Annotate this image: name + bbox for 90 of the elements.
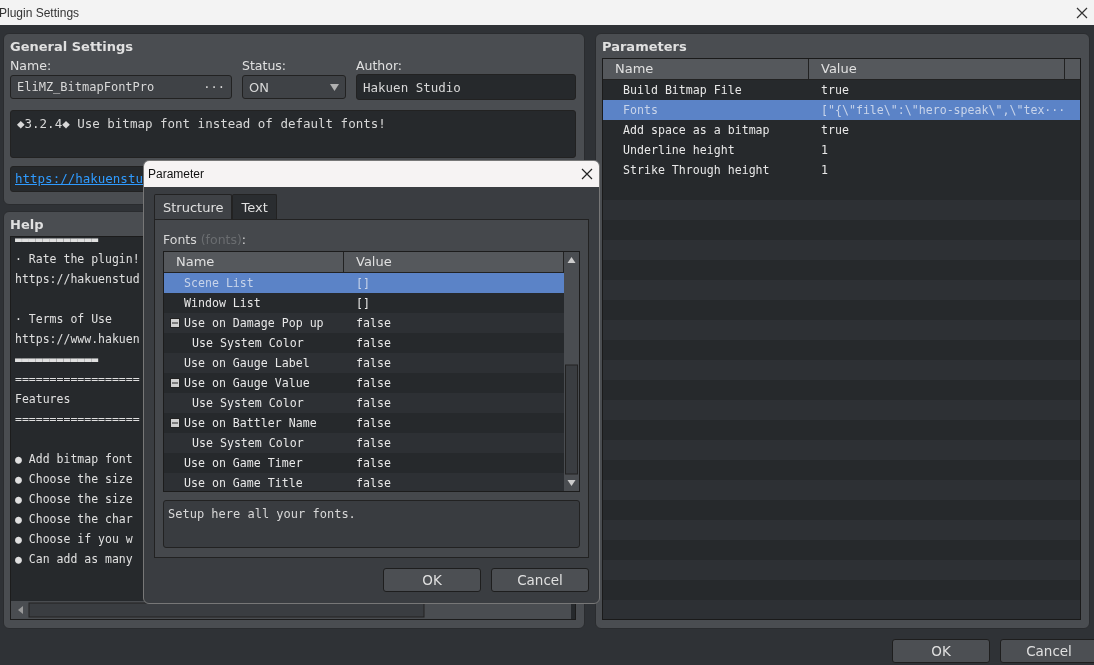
field-label: Fonts	[163, 232, 197, 247]
row-value: false	[356, 436, 391, 450]
help-line: ● Can add as many	[15, 552, 133, 566]
ok-button[interactable]: OK	[892, 639, 990, 663]
row-value: false	[356, 376, 391, 390]
field-label: Name:	[10, 58, 53, 73]
list-row[interactable]: Use on Battler Name false	[164, 413, 564, 433]
panel-title: Parameters	[602, 38, 687, 56]
help-line: ▬▬▬▬▬▬▬▬▬▬▬▬	[15, 352, 99, 366]
field-label: Author:	[356, 58, 404, 73]
parameter-name: Strike Through height	[623, 163, 770, 177]
help-line: https://www.hakuen	[15, 332, 140, 346]
list-row[interactable]: Use System Color false	[164, 393, 564, 413]
collapse-icon[interactable]	[170, 378, 180, 388]
close-icon[interactable]	[581, 168, 593, 180]
row-value: false	[356, 316, 391, 330]
cancel-button[interactable]: Cancel	[491, 568, 589, 592]
parameter-value: true	[821, 83, 849, 97]
row-value: []	[356, 276, 370, 290]
list-row[interactable]: Use on Damage Pop up false	[164, 313, 564, 333]
help-line: · Terms of Use	[15, 312, 112, 326]
name-field[interactable]: EliMZ_BitmapFontPro ···	[10, 75, 232, 99]
row-name: Use on Game Title	[184, 475, 303, 491]
help-line: ● Choose if you w	[15, 532, 133, 546]
description-field[interactable]: Setup here all your fonts.	[163, 500, 580, 548]
row-value: false	[356, 336, 391, 350]
help-line: Features	[15, 392, 71, 406]
row-value: false	[356, 456, 391, 470]
dropdown-arrow-icon	[330, 83, 339, 91]
parameter-value: ["{\"file\":\"hero-speak\",\"tex···	[821, 103, 1066, 117]
author-field[interactable]: Hakuen Studio	[356, 74, 576, 100]
field-label: Status:	[242, 58, 288, 73]
row-name: Use on Damage Pop up	[184, 315, 324, 332]
help-line: ==================	[15, 412, 140, 426]
help-line: ▬▬▬▬▬▬▬▬▬▬▬▬	[15, 237, 99, 246]
row-name: Use on Game Timer	[184, 455, 303, 472]
tab[interactable]: Text	[232, 194, 277, 219]
row-name: Use System Color	[192, 435, 304, 452]
parameter-value: 1	[821, 143, 828, 157]
help-line: · Rate the plugin!	[15, 252, 140, 266]
row-value: false	[356, 416, 391, 430]
row-value: []	[356, 296, 370, 310]
parameter-value: 1	[821, 163, 828, 177]
description-field[interactable]: ◆3.2.4◆ Use bitmap font instead of default fonts!	[10, 110, 576, 158]
dialog-title: Parameter	[148, 167, 205, 181]
row-value: false	[356, 356, 391, 370]
row-name: Window List	[184, 295, 261, 312]
label-colon: :	[241, 232, 247, 247]
cancel-button[interactable]: Cancel	[1000, 639, 1094, 663]
help-line: ● Choose the size	[15, 492, 133, 506]
list-row[interactable]: Use on Game Timer false	[164, 453, 564, 473]
panel-title: General Settings	[10, 38, 134, 56]
help-line: ● Choose the char	[15, 512, 133, 526]
help-line: https://hakuenstud	[15, 272, 140, 286]
parameter-row[interactable]: Underline height 1	[603, 140, 1080, 160]
list-row[interactable]: Use on Game Title false	[164, 473, 564, 491]
close-icon[interactable]	[1076, 6, 1088, 19]
parameter-value: true	[821, 123, 849, 137]
help-line: ● Choose the size	[15, 472, 133, 486]
help-line: ==================	[15, 372, 140, 386]
parameter-name: Build Bitmap File	[623, 83, 742, 97]
row-value: false	[356, 396, 391, 410]
vertical-scrollbar[interactable]	[564, 252, 579, 491]
ok-button[interactable]: OK	[383, 568, 481, 592]
row-name: Scene List	[184, 275, 254, 292]
parameter-name: Fonts	[623, 103, 658, 117]
column-header[interactable]: Name	[603, 59, 809, 79]
column-header[interactable]: Name	[164, 252, 344, 272]
column-header[interactable]: Value	[809, 59, 1065, 79]
list-row[interactable]: Window List []	[164, 293, 564, 313]
row-name: Use System Color	[192, 395, 304, 412]
parameter-name: Underline height	[623, 143, 735, 157]
status-dropdown[interactable]: ON	[242, 75, 346, 99]
collapse-icon[interactable]	[170, 318, 180, 328]
row-name: Use System Color	[192, 335, 304, 352]
list-row[interactable]: Use System Color false	[164, 333, 564, 353]
row-name: Use on Battler Name	[184, 415, 317, 432]
list-row[interactable]: Use on Gauge Value false	[164, 373, 564, 393]
row-value: false	[356, 476, 391, 490]
help-line: ● Add bitmap font	[15, 452, 133, 466]
list-row[interactable]: Use on Gauge Label false	[164, 353, 564, 373]
plugin-link[interactable]: https://hakuenstu	[15, 171, 143, 186]
parameter-name: Add space as a bitmap	[623, 123, 770, 137]
row-name: Use on Gauge Value	[184, 375, 310, 392]
row-name: Use on Gauge Label	[184, 355, 310, 372]
tab[interactable]: Structure	[154, 194, 233, 219]
list-row[interactable]: Use System Color false	[164, 433, 564, 453]
window-title: Plugin Settings	[0, 5, 80, 20]
panel-title: Help	[10, 216, 44, 234]
collapse-icon[interactable]	[170, 418, 180, 428]
